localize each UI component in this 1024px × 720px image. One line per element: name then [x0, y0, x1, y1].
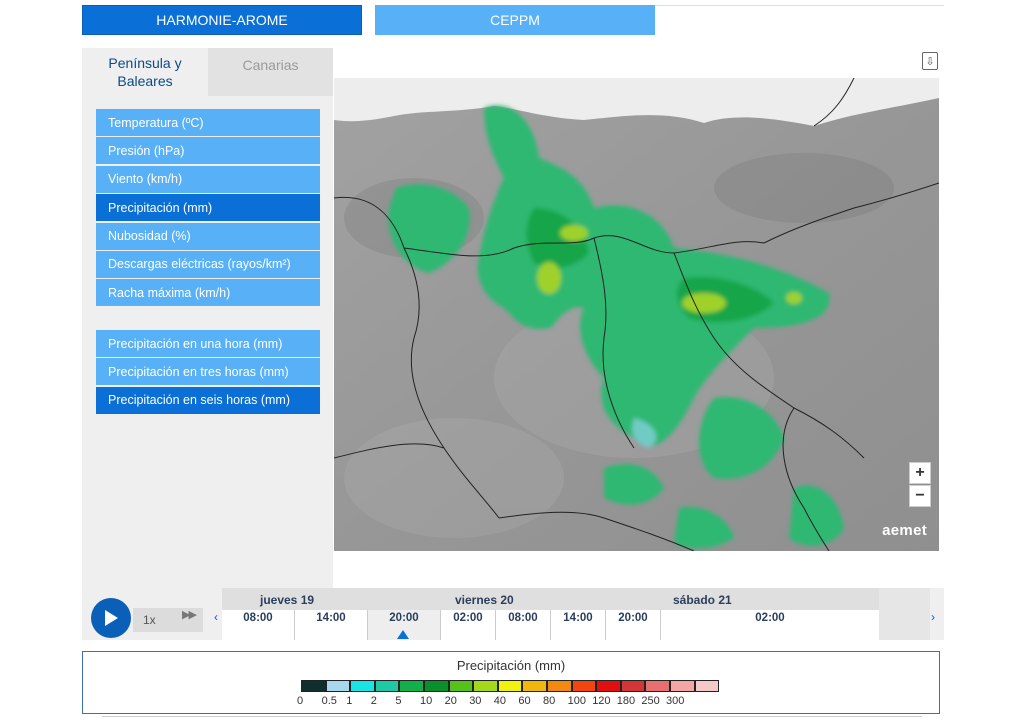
timeline-end [879, 588, 930, 640]
sidebar: Península y Baleares Canarias Temperatur… [82, 48, 333, 588]
legend-swatch [374, 680, 400, 692]
legend-swatch [325, 680, 351, 692]
map-canvas [334, 78, 939, 551]
menu-item-viento[interactable]: Viento (km/h) [96, 165, 320, 193]
day-label: viernes 20 [455, 593, 514, 607]
divider [102, 716, 922, 717]
legend-value: 120 [592, 695, 611, 707]
legend-value: 10 [420, 695, 433, 707]
timeline-hours: 08:00 14:00 20:00 02:00 08:00 14:00 20:0… [222, 610, 879, 640]
legend-swatch [669, 680, 695, 692]
menu-item-descargas[interactable]: Descargas eléctricas (rayos/km²) [96, 250, 320, 278]
legend-swatch [522, 680, 547, 692]
play-icon [105, 610, 118, 626]
hour-slot[interactable]: 02:00 [441, 610, 496, 640]
tab-canarias[interactable]: Canarias [208, 48, 333, 96]
legend-labels: 0 0.5 1 2 5 10 20 30 40 60 80 100 120 180 250 300 [295, 695, 715, 709]
menu-item-precip-3h[interactable]: Precipitación en tres horas (mm) [96, 358, 320, 386]
legend-value: 1 [346, 695, 353, 707]
legend-value: 300 [666, 695, 685, 707]
zoom-out-button[interactable]: − [909, 485, 931, 507]
legend-swatches [301, 680, 720, 692]
precipitation-map[interactable]: + − aemet [334, 78, 939, 551]
timeline: 1x ▶▶ jueves 19 viernes 20 sábado 21 08:… [82, 588, 944, 640]
legend-swatch [350, 680, 375, 692]
legend-swatch [694, 680, 720, 692]
tab-peninsula-baleares[interactable]: Península y Baleares [82, 48, 208, 96]
legend-swatch [596, 680, 621, 692]
timeline-next-arrow[interactable]: › [931, 610, 935, 624]
tab-harmonie-arome[interactable]: HARMONIE-AROME [82, 5, 362, 35]
legend: Precipitación (mm) 0 0.5 1 2 5 10 20 30 40 60 80 10… [82, 651, 940, 714]
legend-swatch [571, 680, 597, 692]
menu-item-precipitacion[interactable]: Precipitación (mm) [96, 194, 320, 222]
legend-value: 80 [543, 695, 556, 707]
download-icon[interactable]: ⇩ [922, 52, 938, 70]
variable-menu: Temperatura (ºC) Presión (hPa) Viento (k… [96, 109, 320, 308]
play-button[interactable] [91, 598, 131, 638]
divider [655, 5, 944, 6]
hour-slot[interactable]: 08:00 [222, 610, 295, 640]
precip-period-menu: Precipitación en una hora (mm) Precipita… [96, 330, 320, 415]
hour-slot[interactable]: 02:00 [661, 610, 879, 640]
legend-swatch [399, 680, 424, 692]
legend-swatch [423, 680, 449, 692]
legend-title: Precipitación (mm) [456, 658, 566, 673]
fast-forward-icon[interactable]: ▶▶ [182, 608, 197, 621]
day-label: sábado 21 [673, 593, 732, 607]
menu-item-nubosidad[interactable]: Nubosidad (%) [96, 222, 320, 250]
legend-value: 40 [493, 695, 507, 707]
menu-item-racha[interactable]: Racha máxima (km/h) [96, 279, 320, 307]
legend-value: 100 [567, 695, 586, 707]
tab-ceppm[interactable]: CEPPM [375, 5, 655, 35]
app: HARMONIE-AROME CEPPM Península y Baleare… [82, 0, 944, 720]
legend-value: 180 [616, 695, 636, 707]
hour-slot[interactable]: 14:00 [295, 610, 368, 640]
timeline-days: jueves 19 viernes 20 sábado 21 [222, 588, 879, 610]
current-time-marker [397, 630, 409, 639]
hour-slot[interactable]: 14:00 [551, 610, 606, 640]
legend-value: 250 [641, 695, 660, 707]
menu-item-presion[interactable]: Presión (hPa) [96, 137, 320, 165]
legend-value: 20 [444, 695, 457, 707]
menu-item-temperatura[interactable]: Temperatura (ºC) [96, 109, 320, 136]
legend-value: 0.5 [321, 695, 337, 707]
menu-item-precip-6h[interactable]: Precipitación en seis horas (mm) [96, 386, 320, 414]
legend-value: 5 [395, 695, 402, 707]
legend-value: 2 [370, 695, 377, 707]
hour-slot[interactable]: 20:00 [606, 610, 661, 640]
legend-value: 60 [518, 695, 531, 707]
legend-value: 0 [297, 695, 304, 707]
legend-swatch [497, 680, 523, 692]
menu-item-precip-1h[interactable]: Precipitación en una hora (mm) [96, 330, 320, 357]
legend-swatch [301, 680, 326, 692]
legend-swatch [473, 680, 498, 692]
legend-swatch [620, 680, 646, 692]
day-label: jueves 19 [260, 593, 315, 607]
legend-swatch [448, 680, 474, 692]
hour-slot[interactable]: 08:00 [496, 610, 551, 640]
aemet-logo: aemet [882, 522, 927, 539]
zoom-in-button[interactable]: + [909, 462, 931, 484]
legend-swatch [645, 680, 670, 692]
legend-value: 30 [469, 695, 482, 707]
legend-swatch [546, 680, 572, 692]
timeline-prev-arrow[interactable]: ‹ [214, 610, 218, 624]
